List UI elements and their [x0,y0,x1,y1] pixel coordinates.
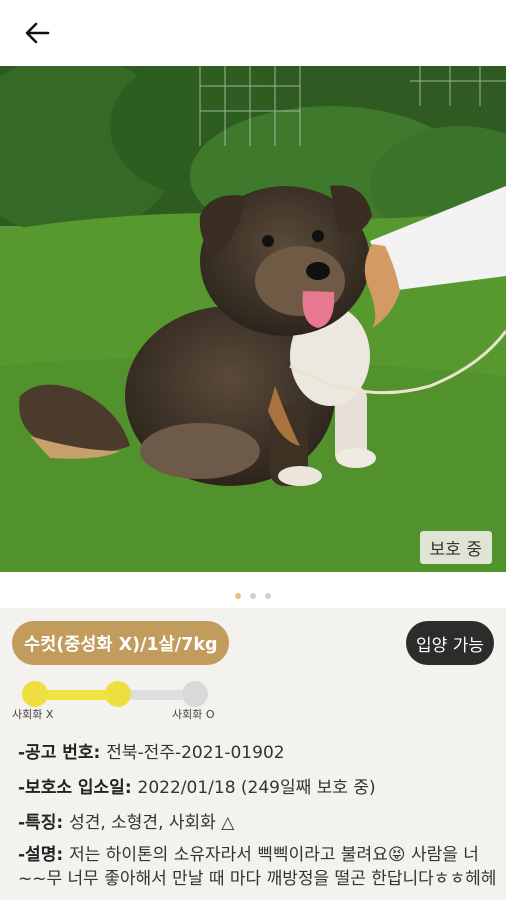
admission-date-row: -보호소 입소일: 2022/01/18 (249일째 보호 중) [18,773,498,808]
notice-number-label: -공고 번호: [18,743,107,763]
description-label: -설명: [18,845,70,865]
page-dot-2[interactable] [250,593,256,599]
socialization-low-label: 사회화 X [12,708,54,721]
description-row: -설명: 저는 하이톤의 소유자라서 삑삑이라고 불려요😝 사람을 너~~무 너… [18,843,498,889]
traits-row: -특징: 성견, 소형견, 사회화 △ [18,808,498,843]
pet-details: -공고 번호: 전북-전주-2021-01902 -보호소 입소일: 2022/… [18,738,498,889]
back-button[interactable] [14,14,60,52]
pet-photo-carousel[interactable]: 보호 중 [0,66,506,572]
description-value: 저는 하이톤의 소유자라서 삑삑이라고 불려요😝 사람을 너~~무 너무 좋아해… [18,845,497,889]
socialization-slider: 사회화 X 사회화 O [12,676,222,722]
app-bar [0,0,506,66]
traits-value: 성견, 소형견, 사회화 △ [69,813,235,833]
socialization-high-label: 사회화 O [172,708,215,721]
protection-status-badge: 보호 중 [419,531,492,564]
notice-number-row: -공고 번호: 전북-전주-2021-01902 [18,738,498,773]
socialization-step-2 [105,681,131,707]
socialization-step-3 [182,681,208,707]
dog-photo [0,66,506,572]
admission-date-value: 2022/01/18 (249일째 보호 중) [137,778,376,798]
notice-number-value: 전북-전주-2021-01902 [106,743,285,763]
page-dot-1[interactable] [235,593,241,599]
arrow-left-icon [25,22,50,44]
socialization-step-1 [22,681,48,707]
page-dot-3[interactable] [265,593,271,599]
pet-summary-chip: 수컷(중성화 X)/1살/7kg [12,621,230,665]
pet-info-panel: 수컷(중성화 X)/1살/7kg 입양 가능 사회화 X 사회화 O -공고 번… [0,608,506,900]
traits-label: -특징: [18,813,70,833]
carousel-page-indicator [0,588,506,604]
admission-date-label: -보호소 입소일: [18,778,138,798]
adoption-available-button[interactable]: 입양 가능 [406,621,494,665]
